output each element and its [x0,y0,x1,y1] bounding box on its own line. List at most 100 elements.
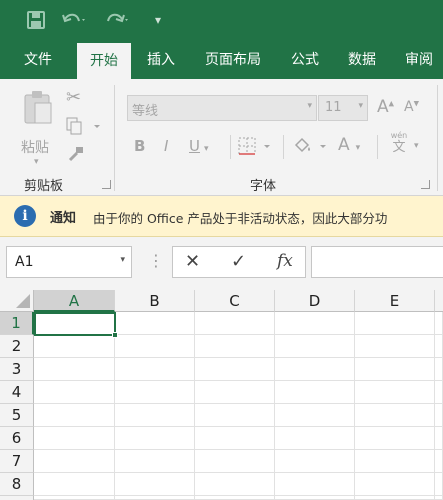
tab-page-layout[interactable]: 页面布局 [196,39,270,79]
row-header-3[interactable]: 3 [0,358,34,381]
formula-bar-grip[interactable]: ⋮ [148,251,164,270]
row-header-1[interactable]: 1 [0,312,34,335]
grid-cell[interactable] [195,381,275,404]
column-header-a[interactable]: A [34,290,115,312]
underline-button[interactable]: U ▾ [189,137,209,155]
font-name-box[interactable]: 等线 ▾ [127,95,317,121]
row-header-4[interactable]: 4 [0,381,34,404]
tab-home[interactable]: 开始 [77,43,131,79]
row-header-6[interactable]: 6 [0,427,34,450]
paste-button[interactable]: 粘贴 ▾ [18,87,58,167]
grid-cell[interactable] [355,427,435,450]
grid-cell[interactable] [435,404,443,427]
grid-cell[interactable] [275,358,355,381]
grid-cell[interactable] [435,450,443,473]
grid-cell[interactable] [355,450,435,473]
grid-cell[interactable] [34,427,115,450]
grid-cell[interactable] [115,496,195,500]
grid-cell[interactable] [195,427,275,450]
name-box[interactable]: A1 ▾ [6,246,132,278]
grid-cell[interactable] [34,358,115,381]
grid-cell[interactable] [435,335,443,358]
redo-icon[interactable] [103,9,131,31]
formula-input[interactable] [311,246,443,278]
grid-cell[interactable] [195,473,275,496]
bold-button[interactable]: B [134,137,145,155]
grid-cell[interactable] [275,496,355,500]
tab-file[interactable]: 文件 [12,39,64,79]
grid-cell[interactable] [195,358,275,381]
clipboard-launcher-icon[interactable] [102,180,111,189]
grid-cell[interactable] [275,312,355,335]
insert-function-button[interactable]: fx [277,251,293,271]
tab-review[interactable]: 审阅 [396,39,442,79]
grid-cell[interactable] [115,427,195,450]
grid-cell[interactable] [34,335,115,358]
grid-cell[interactable] [435,358,443,381]
column-header-partial[interactable] [435,290,443,312]
active-cell-a1[interactable] [34,312,116,336]
phonetic-dropdown-icon[interactable]: ▾ [414,141,419,151]
grid-cell[interactable] [435,381,443,404]
grid-cell[interactable] [275,404,355,427]
tab-data[interactable]: 数据 [338,39,386,79]
grid-cell[interactable] [435,496,443,500]
grid-cell[interactable] [34,404,115,427]
name-box-dropdown-icon[interactable]: ▾ [120,255,125,265]
column-header-e[interactable]: E [355,290,435,312]
grid-cell[interactable] [275,335,355,358]
grid-cell[interactable] [355,496,435,500]
grid-cell[interactable] [195,312,275,335]
grid-cell[interactable] [275,427,355,450]
save-icon[interactable] [26,9,46,31]
cut-icon[interactable]: ✂ [66,87,81,108]
grid-cell[interactable] [355,473,435,496]
row-header-7[interactable]: 7 [0,450,34,473]
grid-cell[interactable] [435,427,443,450]
tab-formulas[interactable]: 公式 [282,39,328,79]
row-header-2[interactable]: 2 [0,335,34,358]
fill-color-icon[interactable] [292,135,330,161]
column-header-d[interactable]: D [275,290,355,312]
grid-cell[interactable] [34,496,115,500]
grid-cell[interactable] [355,335,435,358]
cancel-entry-button[interactable]: ✕ [185,251,200,272]
grid-cell[interactable] [115,335,195,358]
grid-cell[interactable] [115,381,195,404]
customize-qat-icon[interactable]: ▾ [150,9,166,31]
grid-cell[interactable] [195,335,275,358]
font-color-button[interactable]: A ▾ [338,135,360,155]
fill-handle[interactable] [112,332,118,338]
font-launcher-icon[interactable] [421,180,430,189]
grid-cell[interactable] [435,473,443,496]
grid-cell[interactable] [195,496,275,500]
grid-cell[interactable] [34,473,115,496]
grid-cell[interactable] [275,473,355,496]
grid-cell[interactable] [355,358,435,381]
borders-icon[interactable] [238,137,276,159]
format-painter-icon[interactable] [67,145,85,167]
grid-cell[interactable] [355,404,435,427]
select-all-corner[interactable] [0,290,34,312]
shrink-font-button[interactable]: A▼ [404,99,419,115]
grid-cell[interactable] [115,473,195,496]
grid-cell[interactable] [34,450,115,473]
grid-cell[interactable] [34,381,115,404]
column-header-c[interactable]: C [195,290,275,312]
copy-icon[interactable] [66,117,102,139]
grid-cell[interactable] [115,450,195,473]
grid-cell[interactable] [115,404,195,427]
font-size-box[interactable]: 11 ▾ [318,95,368,121]
grid-cell[interactable] [115,358,195,381]
grid-cell[interactable] [355,381,435,404]
grid-cell[interactable] [195,450,275,473]
grid-cell[interactable] [275,381,355,404]
grid-cell[interactable] [435,312,443,335]
grid-cell[interactable] [115,312,195,335]
grow-font-button[interactable]: A▲ [377,97,394,117]
italic-button[interactable]: I [164,137,168,155]
confirm-entry-button[interactable]: ✓ [231,251,246,272]
row-header-partial[interactable] [0,496,34,500]
row-header-8[interactable]: 8 [0,473,34,496]
column-header-b[interactable]: B [115,290,195,312]
